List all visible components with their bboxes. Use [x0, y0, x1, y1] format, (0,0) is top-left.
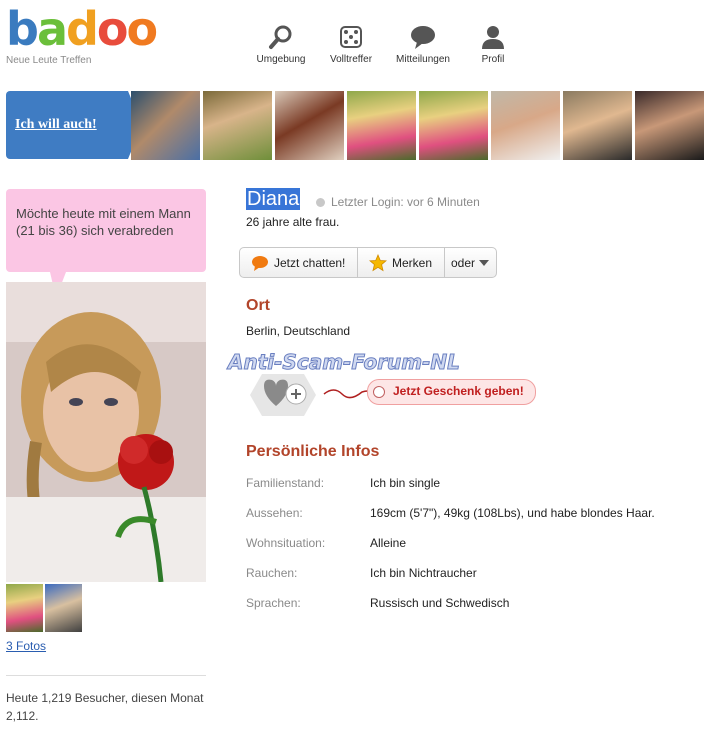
button-separator: [357, 248, 358, 277]
speech-bubble-icon: [411, 26, 435, 49]
visitor-count: Heute 1,219 Besucher, diesen Monat 2,112…: [6, 691, 204, 723]
nav-label: Mitteilungen: [396, 54, 450, 65]
banner-thumb[interactable]: [203, 91, 272, 160]
location-value: Berlin, Deutschland: [246, 324, 351, 338]
info-value: Alleine: [370, 536, 407, 550]
gift-button-dot: [373, 386, 385, 398]
banner-thumb[interactable]: [275, 91, 344, 160]
profile-photo[interactable]: [6, 282, 206, 583]
bookmark-button[interactable]: Merken: [369, 247, 432, 278]
info-label: Sprachen:: [246, 596, 301, 610]
more-dropdown[interactable]: oder: [451, 247, 490, 278]
search-icon: [269, 25, 292, 49]
banner-thumb[interactable]: [491, 91, 560, 160]
badoo-logo[interactable]: badoo: [6, 6, 158, 52]
personal-info-title: Persönliche Infos: [246, 443, 380, 460]
banner-thumb[interactable]: [347, 91, 416, 160]
profile-photo-image: [6, 282, 206, 583]
chevron-down-icon: [479, 259, 490, 266]
banner-thumb[interactable]: [635, 91, 704, 160]
online-status-dot: [316, 198, 325, 207]
location-title: Ort: [246, 297, 270, 314]
mood-text: Möchte heute mit einem Mann (21 bis 36) …: [16, 206, 191, 238]
info-label: Aussehen:: [246, 506, 303, 520]
nav-umgebung[interactable]: Umgebung: [246, 24, 316, 65]
watermark: Anti-Scam-Forum-NL: [228, 350, 461, 375]
banner-thumb[interactable]: [131, 91, 200, 160]
gift-heart-icon[interactable]: [242, 372, 322, 423]
info-label: Wohnsituation:: [246, 536, 326, 550]
star-icon: [369, 253, 387, 271]
info-label: Rauchen:: [246, 566, 298, 580]
photo-thumb[interactable]: [6, 584, 43, 632]
banner-thumb[interactable]: [563, 91, 632, 160]
nav-volltreffer[interactable]: Volltreffer: [316, 24, 386, 65]
nav-label: Profil: [481, 54, 505, 65]
want-too-label[interactable]: Ich will auch!: [15, 117, 97, 133]
banner-thumb[interactable]: [419, 91, 488, 160]
info-label: Familienstand:: [246, 476, 325, 490]
chat-icon: [252, 255, 268, 271]
last-login: Letzter Login: vor 6 Minuten: [331, 195, 480, 209]
photo-thumb[interactable]: [45, 584, 82, 632]
age-text: 26 jahre alte frau.: [246, 215, 340, 229]
gift-swirl: [322, 384, 373, 405]
info-value: Russisch und Schwedisch: [370, 596, 510, 610]
chat-button[interactable]: Jetzt chatten!: [251, 247, 345, 278]
info-value: 169cm (5'7"), 49kg (108Lbs), und habe bl…: [370, 506, 655, 520]
person-icon: [482, 26, 504, 49]
profile-name: Diana: [246, 188, 301, 210]
dice-icon: [340, 26, 362, 48]
info-value: Ich bin Nichtraucher: [370, 566, 477, 580]
nav-profil[interactable]: Profil: [458, 24, 528, 65]
nav-label: Umgebung: [256, 54, 306, 65]
photos-link[interactable]: 3 Fotos: [6, 639, 46, 653]
button-separator: [444, 248, 445, 277]
nav-label: Volltreffer: [329, 54, 373, 65]
divider: [6, 675, 206, 676]
gift-button-label[interactable]: Jetzt Geschenk geben!: [393, 384, 524, 398]
tagline: Neue Leute Treffen: [6, 55, 92, 66]
info-value: Ich bin single: [370, 476, 441, 490]
nav-mitteilungen[interactable]: Mitteilungen: [388, 24, 458, 65]
